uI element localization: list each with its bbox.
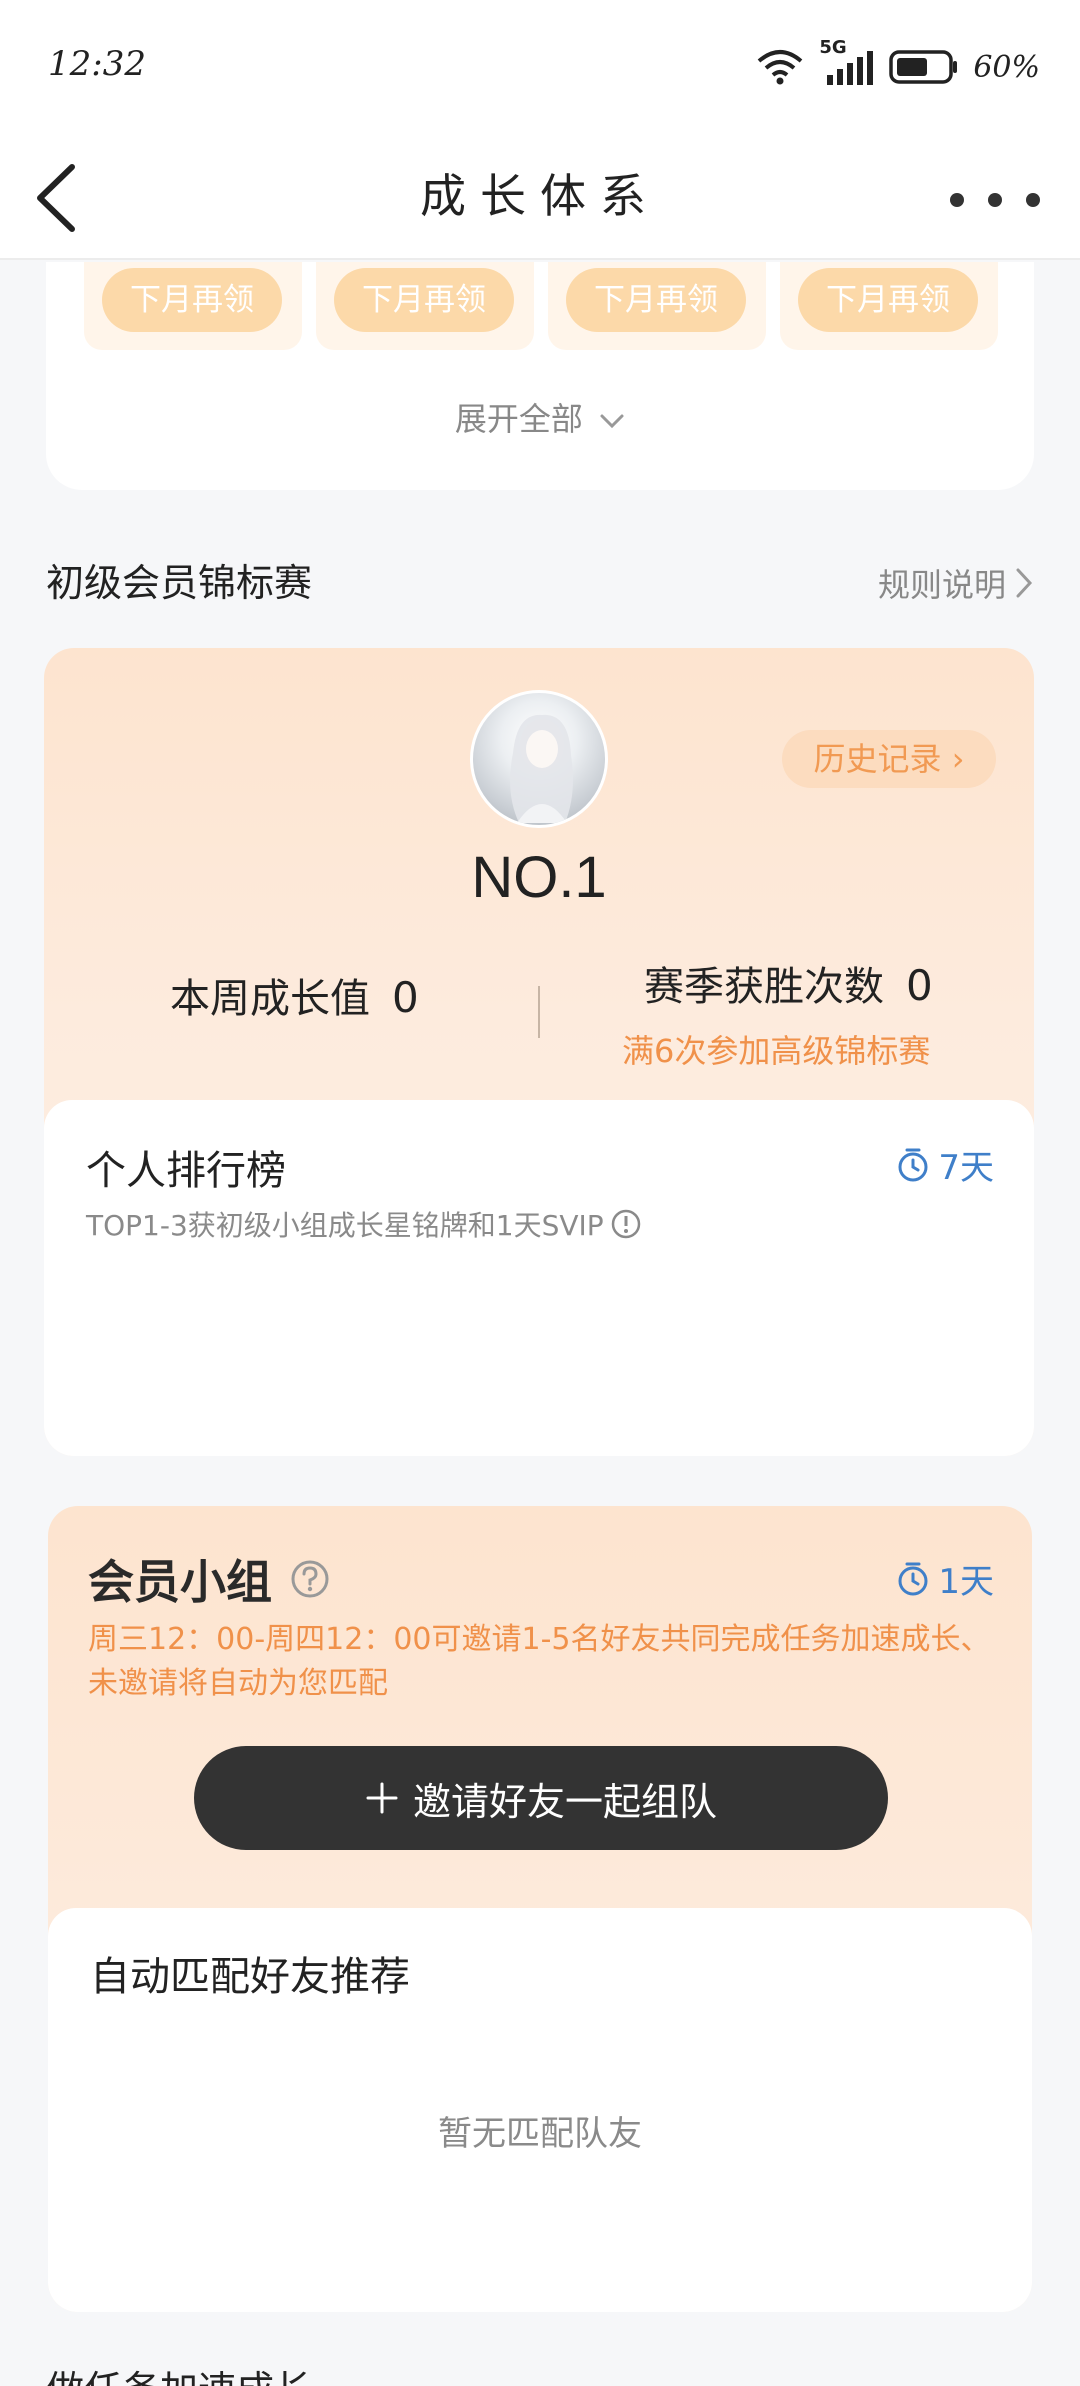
chevron-right-icon	[1016, 568, 1033, 598]
group-timer: 1天	[896, 1554, 994, 1603]
status-time: 12:32	[48, 44, 146, 84]
invite-friends-button[interactable]: 邀请好友一起组队	[194, 1746, 888, 1850]
reward-slot: 下月再领	[780, 262, 998, 350]
group-description: 周三12：00-周四12：00可邀请1-5名好友共同完成任务加速成长、未邀请将自…	[88, 1622, 991, 1701]
reward-slot: 下月再领	[84, 262, 302, 350]
more-dot-icon	[1026, 193, 1040, 207]
leaderboard-description-text: TOP1-3获初级小组成长星铭牌和1天SVIP	[86, 1209, 604, 1242]
leaderboard-timer: 7天	[896, 1140, 994, 1189]
tournament-card: 历史记录 › NO.1 本周成长值 0 赛季获胜次数 0 满6次参加高级锦标赛 个人…	[44, 648, 1034, 1456]
auto-match-title: 自动匹配好友推荐	[90, 1954, 410, 2000]
history-label: 历史记录	[813, 740, 942, 778]
battery-icon	[889, 49, 959, 85]
status-icons: 5G 60%	[755, 37, 1040, 90]
group-timer-value: 1天	[938, 1562, 994, 1602]
info-icon[interactable]	[610, 1208, 642, 1240]
invite-friends-label: 邀请好友一起组队	[412, 1779, 717, 1824]
status-bar: 12:32 5G 60%	[0, 0, 1080, 140]
wifi-icon	[755, 49, 805, 85]
rank-label: NO.1	[471, 845, 607, 910]
stat-divider	[538, 986, 540, 1038]
claim-next-month-button[interactable]: 下月再领	[102, 268, 282, 332]
group-title: 会员小组	[88, 1546, 330, 1612]
more-button[interactable]	[950, 178, 1040, 222]
claim-next-month-button[interactable]: 下月再领	[566, 268, 746, 332]
battery-percent: 60%	[973, 49, 1040, 85]
auto-match-panel: 自动匹配好友推荐 暂无匹配队友	[48, 1908, 1032, 2312]
season-wins-value: 0	[906, 961, 933, 1010]
page-title: 成长体系	[420, 169, 660, 223]
reward-slot: 下月再领	[316, 262, 534, 350]
weekly-growth-value: 0	[392, 973, 419, 1022]
weekly-growth-label: 本周成长值	[170, 976, 370, 1022]
leaderboard-title: 个人排行榜	[86, 1148, 286, 1194]
rewards-card: 下月再领 下月再领 下月再领 下月再领 展开全部	[46, 262, 1034, 490]
page-header: 成长体系	[0, 140, 1080, 260]
next-section-title: 做任务加速成长	[46, 2360, 312, 2386]
timer-icon	[898, 1148, 928, 1181]
season-note: 满6次参加高级锦标赛	[622, 1032, 931, 1070]
group-title-text: 会员小组	[88, 1555, 272, 1609]
plus-icon	[366, 1782, 398, 1814]
season-wins-label: 赛季获胜次数	[644, 964, 884, 1010]
cell-signal-icon: 5G	[819, 37, 875, 87]
help-icon[interactable]	[290, 1559, 330, 1599]
leaderboard-timer-value: 7天	[938, 1148, 994, 1188]
tournament-section-title: 初级会员锦标赛	[46, 561, 313, 605]
personal-leaderboard: 个人排行榜 7天 TOP1-3获初级小组成长星铭牌和1天SVIP	[44, 1100, 1034, 1456]
avatar[interactable]	[470, 690, 608, 828]
expand-all-button[interactable]: 展开全部	[46, 394, 1034, 440]
more-dot-icon	[950, 193, 964, 207]
history-button[interactable]: 历史记录 ›	[782, 730, 996, 788]
network-type-label: 5G	[819, 37, 847, 58]
reward-slot: 下月再领	[548, 262, 766, 350]
leaderboard-description: TOP1-3获初级小组成长星铭牌和1天SVIP	[86, 1204, 642, 1244]
rules-link-label: 规则说明	[877, 566, 1006, 604]
chevron-right-icon: ›	[951, 740, 965, 778]
expand-all-label: 展开全部	[454, 400, 583, 438]
rules-link[interactable]: 规则说明	[878, 560, 1034, 606]
chevron-down-icon	[600, 414, 624, 429]
timer-icon	[898, 1562, 928, 1595]
member-group-card: 会员小组 1天 周三12：00-周四12：00可邀请1-5名好友共同完成任务加速…	[48, 1506, 1032, 2312]
empty-state-text: 暂无匹配队友	[438, 2114, 642, 2154]
claim-next-month-button[interactable]: 下月再领	[798, 268, 978, 332]
more-dot-icon	[988, 193, 1002, 207]
claim-next-month-button[interactable]: 下月再领	[334, 268, 514, 332]
weekly-growth-stat: 本周成长值 0	[170, 966, 419, 1024]
season-wins-stat: 赛季获胜次数 0	[644, 954, 933, 1012]
